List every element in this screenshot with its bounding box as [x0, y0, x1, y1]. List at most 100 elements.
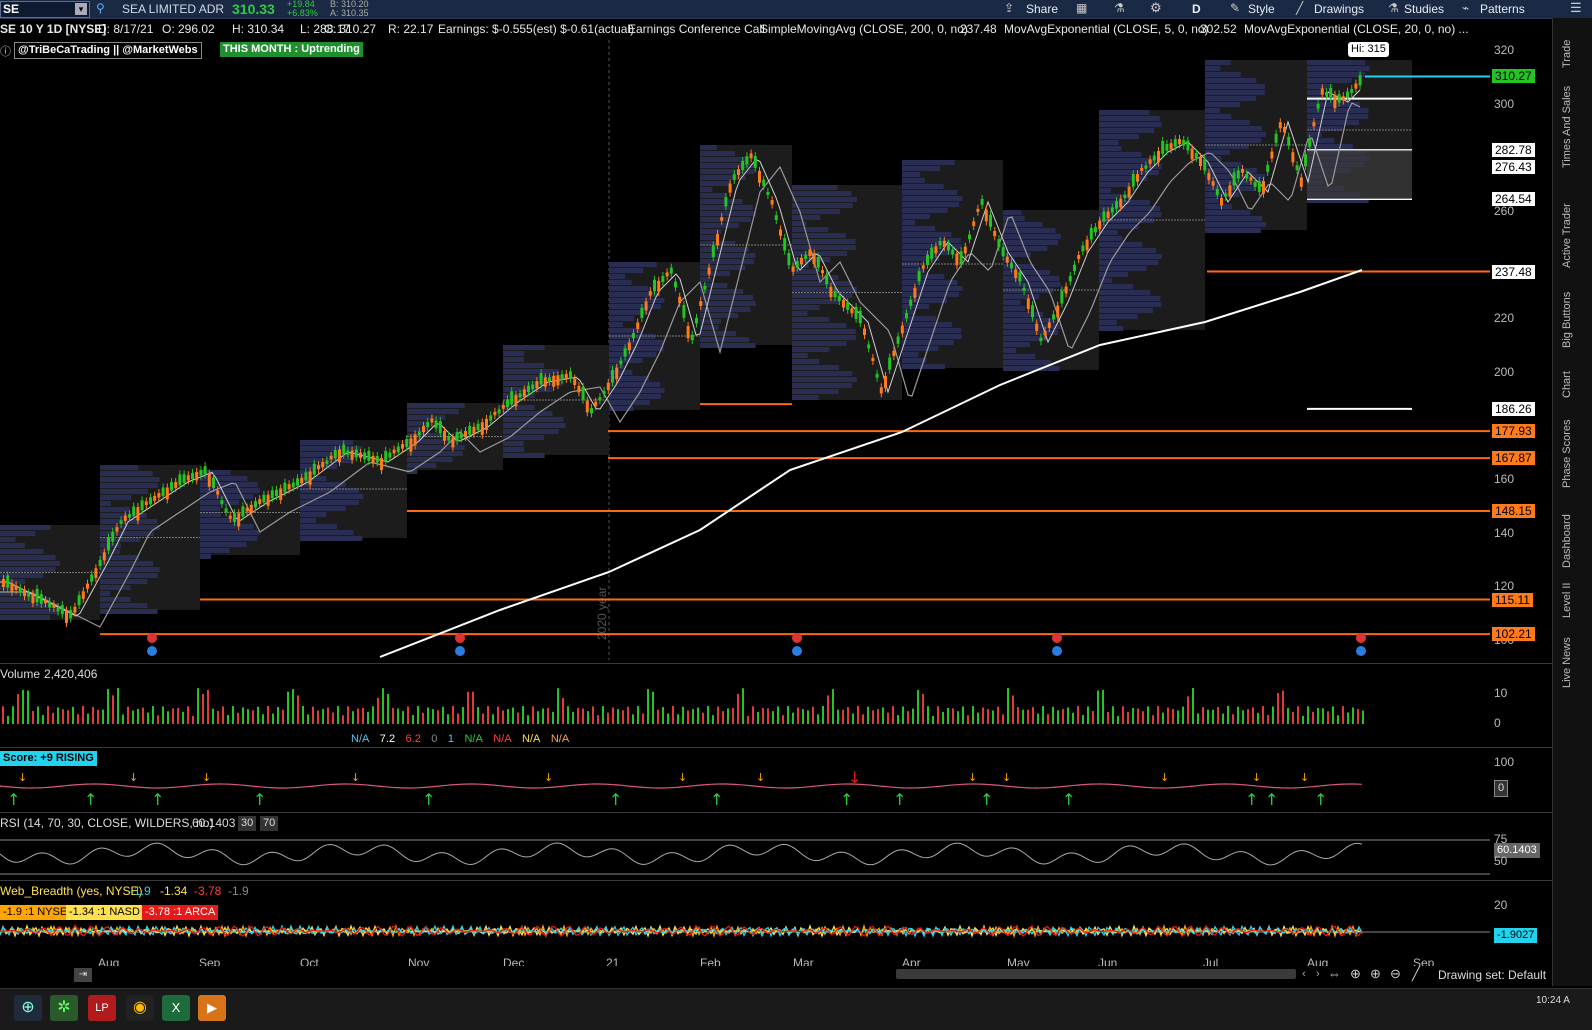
windows-start-icon[interactable]: ⊕ — [14, 995, 42, 1021]
style-button[interactable]: Style — [1248, 2, 1275, 16]
chrome-app-icon[interactable]: ◉ — [126, 995, 154, 1021]
candle-body — [1165, 143, 1169, 151]
scroll-right-icon[interactable]: › — [1316, 968, 1320, 980]
right-tab[interactable]: Chart — [1561, 371, 1573, 398]
aggregation-button[interactable]: D — [1192, 2, 1201, 16]
lastpass-app-icon[interactable]: LP — [88, 995, 116, 1021]
excel-app-icon[interactable]: X — [162, 995, 190, 1021]
candle-body — [548, 377, 551, 382]
patterns-icon[interactable]: ⌁ — [1462, 1, 1469, 15]
right-tab[interactable]: Big Buttons — [1561, 292, 1573, 348]
volume-bar — [1027, 709, 1029, 724]
menu-icon[interactable]: ☰ — [1570, 0, 1582, 16]
volume-bar — [642, 713, 644, 724]
profile-bar — [0, 537, 16, 542]
profile-bar — [1099, 122, 1162, 127]
right-tab[interactable]: Times And Sales — [1561, 86, 1573, 168]
patterns-button[interactable]: Patterns — [1480, 2, 1525, 16]
candle-body — [392, 449, 396, 454]
profile-bar — [609, 400, 650, 405]
profile-bar — [792, 239, 856, 244]
volume-bar — [1232, 714, 1234, 724]
volume-bar — [197, 688, 199, 724]
right-tab[interactable]: Phase Scores — [1561, 420, 1573, 488]
candle-body — [174, 481, 178, 488]
sell-arrow-icon: ↓ — [1300, 771, 1309, 784]
volume-bar — [767, 708, 769, 724]
volume-bar — [7, 715, 9, 724]
profile-bar — [200, 554, 211, 559]
time-scrollbar[interactable] — [896, 969, 1296, 979]
volume-bar — [527, 715, 529, 724]
profile-bar — [407, 445, 465, 450]
profile-bar — [1205, 150, 1230, 155]
candle-body — [955, 253, 959, 266]
zoom-out-icon[interactable]: ⊖ — [1390, 966, 1401, 982]
style-icon[interactable]: ✎ — [1230, 1, 1240, 15]
candle-body — [350, 450, 354, 460]
crosshair-icon[interactable]: ⊕ — [1350, 966, 1361, 982]
candle-body — [380, 458, 383, 471]
share-icon[interactable]: ⇪ — [1004, 1, 1014, 15]
candle-body — [291, 482, 295, 488]
right-tab[interactable]: Dashboard — [1561, 514, 1573, 568]
candle-body — [510, 391, 514, 405]
zoom-in-icon[interactable]: ⊕ — [1370, 966, 1381, 982]
studies-button[interactable]: Studies — [1404, 2, 1444, 16]
candle-body — [354, 449, 358, 458]
candle-body — [182, 474, 186, 483]
expand-left-icon[interactable]: ⇥ — [74, 968, 92, 982]
grid-layout-icon[interactable]: ▦ — [1076, 1, 1087, 15]
flask-icon[interactable]: ⚗ — [1114, 1, 1125, 15]
scroll-left-icon[interactable]: ‹ — [1302, 968, 1306, 980]
right-tab[interactable]: Level II — [1561, 583, 1573, 618]
drawing-tool-icon[interactable]: ╱ — [1412, 966, 1420, 982]
link-icon[interactable]: ⚲ — [96, 1, 105, 15]
volume-bar — [32, 710, 34, 724]
zoom-app-icon[interactable]: ▶ — [198, 995, 226, 1021]
pan-icon[interactable]: ⇔ — [1328, 966, 1341, 981]
volume-bar — [647, 689, 649, 724]
price-axis[interactable]: 320300260220200160140120100310.27282.782… — [1490, 40, 1552, 660]
volume-bar — [862, 714, 864, 724]
drawing-set[interactable]: Drawing set: Default — [1438, 968, 1546, 982]
volume-bar — [187, 706, 189, 724]
studies-icon[interactable]: ⚗ — [1388, 1, 1399, 15]
candle-body — [707, 267, 711, 275]
time-axis[interactable]: Aug Sep Oct Nov Dec 21 Feb Mar Apr May Jun Jul Aug Se… — [0, 0, 1490, 970]
profile-bar — [1003, 234, 1061, 239]
drawings-icon[interactable]: ╱ — [1296, 1, 1303, 15]
price-chart[interactable]: 2020 year — [0, 40, 1552, 660]
right-tab[interactable]: Trade — [1561, 40, 1573, 68]
profile-bar — [792, 191, 852, 196]
gear-icon[interactable]: ⚙ — [1150, 0, 1162, 16]
candle-body — [1182, 140, 1186, 146]
volume-bar — [747, 715, 749, 724]
symbol-dropdown-icon[interactable]: ▾ — [75, 3, 87, 15]
profile-bar — [1307, 66, 1370, 71]
candle-body — [123, 515, 127, 521]
study-val-4: 0 — [431, 733, 438, 745]
symbol-box[interactable]: SE ▾ — [0, 1, 90, 18]
drawings-button[interactable]: Drawings — [1314, 2, 1364, 16]
breadth-v3: -3.78 — [194, 884, 222, 898]
right-tab[interactable]: Active Trader — [1561, 203, 1573, 268]
volume-bar — [917, 689, 919, 724]
profile-bar — [902, 238, 961, 243]
right-tab[interactable]: Live News — [1561, 637, 1573, 688]
candle-body — [312, 463, 316, 475]
symbol-input[interactable]: SE — [3, 2, 19, 16]
buy-arrow-icon: ↑ — [1062, 790, 1075, 809]
candle-body — [1173, 139, 1177, 147]
candle-body — [1056, 305, 1060, 318]
volume-bar — [42, 714, 44, 724]
thinkorswim-app-icon[interactable]: ✲ — [50, 995, 78, 1021]
candle-body — [1131, 173, 1135, 187]
volume-bar — [877, 709, 879, 724]
info-icon[interactable]: ⓘ — [0, 43, 11, 59]
share-button[interactable]: Share — [1026, 2, 1058, 16]
profile-bar — [700, 277, 712, 282]
price-tick: 300 — [1494, 97, 1515, 111]
profile-bar — [1307, 60, 1366, 65]
candle-body — [367, 450, 371, 461]
